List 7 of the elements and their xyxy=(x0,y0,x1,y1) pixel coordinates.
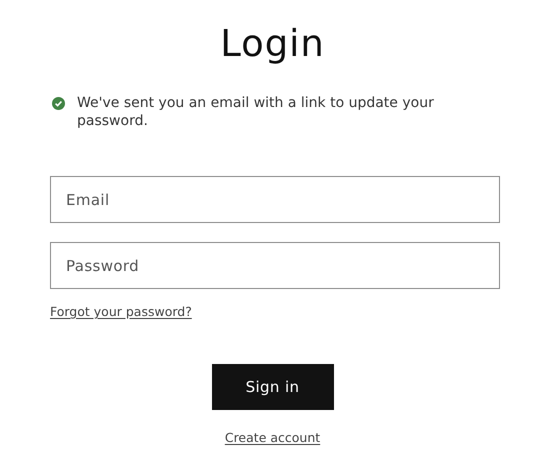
forgot-password-link[interactable]: Forgot your password? xyxy=(50,303,192,322)
page-title: Login xyxy=(220,22,325,66)
password-field[interactable]: Password xyxy=(50,242,500,289)
create-account-link[interactable]: Create account xyxy=(224,428,320,448)
sign-in-button[interactable]: Sign in xyxy=(212,364,334,410)
status-message: We've sent you an email with a link to update your password. xyxy=(77,94,435,130)
email-field[interactable]: Email xyxy=(50,176,500,223)
